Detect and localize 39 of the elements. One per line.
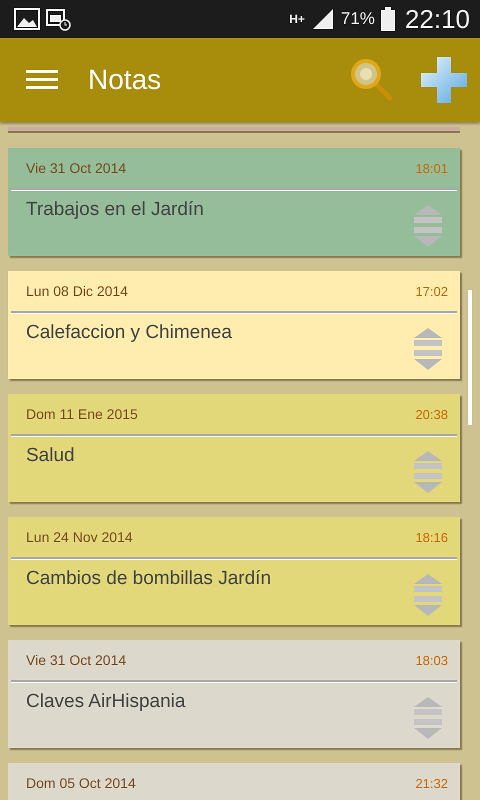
note-title: Cambios de bombillas Jardín (26, 568, 272, 591)
note-time: 18:16 (415, 530, 448, 544)
note-card[interactable]: Lun 08 Dic 2014 17:02 Calefaccion y Chimenea (8, 271, 460, 379)
reorder-icon[interactable] (414, 695, 442, 741)
note-time: 18:03 (415, 652, 448, 668)
note-card[interactable]: Vie 31 Oct 2014 18:01 Trabajos en el Jardín (8, 148, 460, 256)
picture-icon (14, 8, 40, 30)
note-date: Lun 24 Nov 2014 (26, 529, 133, 545)
note-date: Vie 31 Oct 2014 (26, 652, 126, 668)
reorder-icon[interactable] (414, 203, 442, 249)
calendar-clock-icon (46, 7, 72, 31)
note-title: Claves AirHispania (26, 691, 186, 714)
network-type: H+ (289, 13, 305, 25)
add-icon[interactable] (420, 56, 468, 104)
reorder-icon[interactable] (414, 326, 442, 372)
note-card[interactable]: Lun 24 Nov 2014 18:16 Cambios de bombillas Jardín (8, 517, 460, 625)
reorder-icon[interactable] (414, 449, 442, 495)
note-title: Salud (26, 445, 75, 468)
note-card[interactable]: Dom 11 Ene 2015 20:38 Salud (8, 394, 460, 502)
note-time: 20:38 (415, 406, 448, 422)
note-date: Dom 05 Oct 2014 (26, 775, 136, 791)
clock-time: 22:10 (404, 4, 470, 34)
menu-icon[interactable] (26, 69, 58, 91)
reorder-icon[interactable] (414, 572, 442, 618)
note-date: Dom 11 Ene 2015 (26, 406, 138, 422)
note-title: Trabajos en el Jardín (26, 199, 204, 222)
note-card[interactable]: Vie 31 Oct 2014 18:03 Claves AirHispania (8, 640, 460, 748)
note-time: 18:01 (415, 160, 448, 176)
note-date: Vie 31 Oct 2014 (26, 160, 126, 176)
note-time: 17:02 (415, 284, 448, 298)
battery-icon (380, 7, 395, 31)
app-title: Notas (88, 64, 162, 96)
search-icon[interactable] (350, 58, 394, 102)
battery-level: 71% (340, 9, 375, 29)
note-title: Calefaccion y Chimenea (26, 322, 232, 345)
note-time: 21:32 (415, 776, 448, 790)
signal-icon (310, 7, 335, 31)
note-date: Lun 08 Dic 2014 (26, 283, 128, 299)
note-card[interactable]: Dom 05 Oct 2014 21:32 (8, 763, 460, 800)
